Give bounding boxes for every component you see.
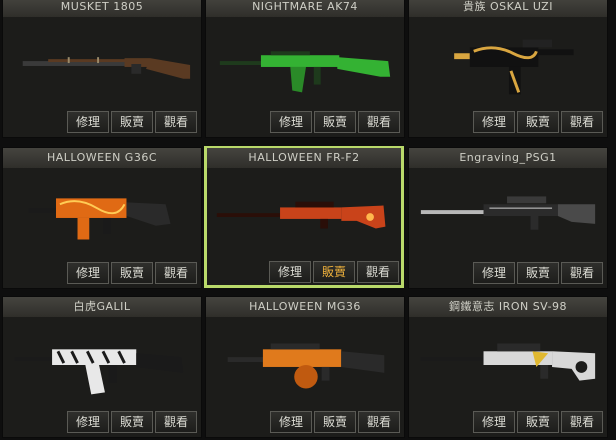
sell-button[interactable]: 販賣 [314,411,356,433]
repair-button[interactable]: 修理 [67,111,109,133]
weapon-inventory-grid: MUSKET 1805 修理 販賣 觀看 NIGHTMARE AK74 修理 販… [0,0,616,440]
view-button[interactable]: 觀看 [358,111,400,133]
sniper-rifle-psg1-icon [415,174,601,258]
sell-button[interactable]: 販賣 [314,111,356,133]
view-button[interactable]: 觀看 [358,411,400,433]
sell-button[interactable]: 販賣 [111,262,153,284]
repair-button[interactable]: 修理 [270,111,312,133]
weapon-card-nightmare-ak74[interactable]: NIGHTMARE AK74 修理 販賣 觀看 [205,0,405,138]
sell-button[interactable]: 販賣 [517,262,559,284]
weapon-card-musket-1805[interactable]: MUSKET 1805 修理 販賣 觀看 [2,0,202,138]
weapon-card-oskal-uzi[interactable]: 貴族 OSKAL UZI 修理 販賣 觀看 [408,0,608,138]
sell-button[interactable]: 販賣 [313,261,355,283]
weapon-name: MUSKET 1805 [3,0,201,17]
weapon-card-halloween-frf2[interactable]: HALLOWEEN FR-F2 修理 販賣 觀看 [204,146,404,288]
repair-button[interactable]: 修理 [473,411,515,433]
musket-rifle-icon [9,23,195,107]
weapon-name: HALLOWEEN MG36 [206,297,404,317]
repair-button[interactable]: 修理 [473,111,515,133]
sell-button[interactable]: 販賣 [517,411,559,433]
repair-button[interactable]: 修理 [473,262,515,284]
weapon-card-halloween-mg36[interactable]: HALLOWEEN MG36 修理 販賣 觀看 [205,296,405,438]
sniper-rifle-sv98-icon [415,323,601,407]
weapon-name: Engraving_PSG1 [409,148,607,168]
view-button[interactable]: 觀看 [155,411,197,433]
weapon-name: 鋼鐵意志 IRON SV-98 [409,297,607,317]
sell-button[interactable]: 販賣 [111,411,153,433]
sell-button[interactable]: 販賣 [111,111,153,133]
sniper-rifle-frf2-icon [213,175,395,259]
weapon-name: NIGHTMARE AK74 [206,0,404,17]
assault-rifle-ak-icon [212,23,398,107]
weapon-name: 白虎GALIL [3,297,201,317]
weapon-card-iron-sv98[interactable]: 鋼鐵意志 IRON SV-98 修理 販賣 觀看 [408,296,608,438]
weapon-name: 貴族 OSKAL UZI [409,0,607,17]
repair-button[interactable]: 修理 [270,411,312,433]
weapon-card-white-tiger-galil[interactable]: 白虎GALIL 修理 販賣 觀看 [2,296,202,438]
submachine-gun-icon [415,23,601,107]
view-button[interactable]: 觀看 [561,111,603,133]
repair-button[interactable]: 修理 [67,411,109,433]
repair-button[interactable]: 修理 [67,262,109,284]
weapon-name: HALLOWEEN FR-F2 [207,148,401,168]
assault-rifle-galil-icon [9,323,195,407]
assault-rifle-g36-icon [9,174,195,258]
view-button[interactable]: 觀看 [155,262,197,284]
weapon-card-halloween-g36c[interactable]: HALLOWEEN G36C 修理 販賣 觀看 [2,147,202,289]
view-button[interactable]: 觀看 [155,111,197,133]
weapon-card-engraving-psg1[interactable]: Engraving_PSG1 修理 販賣 觀看 [408,147,608,289]
weapon-name: HALLOWEEN G36C [3,148,201,168]
sell-button[interactable]: 販賣 [517,111,559,133]
machine-gun-mg36-icon [212,323,398,407]
view-button[interactable]: 觀看 [561,411,603,433]
view-button[interactable]: 觀看 [357,261,399,283]
repair-button[interactable]: 修理 [269,261,311,283]
view-button[interactable]: 觀看 [561,262,603,284]
